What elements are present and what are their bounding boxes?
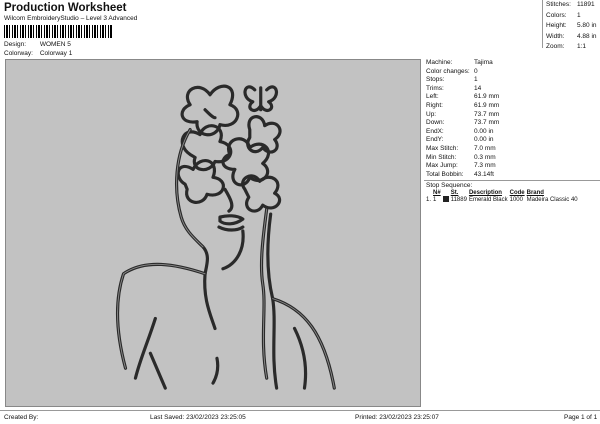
info-row: Right: 61.9 mm [426,101,500,109]
stat-row: Width: 4.88 in [546,32,597,40]
info-row: Machine: Tajima [426,59,493,66]
info-row: Max Jump: 7.3 mm [426,162,496,170]
worksheet-title: Production Worksheet [4,2,127,14]
info-row: Color changes: 0 [426,67,478,75]
stat-row: Stitches: 11891 [546,1,595,8]
info-row: Trims: 14 [426,84,482,92]
stop-sequence-title: Stop Sequence: [426,182,473,190]
stats-panel: Stitches: 11891 Colors: 1 Height: 5.80 in W… [542,0,600,50]
info-row: EndX: 0.00 in [426,127,494,135]
thread-color-swatch [442,196,449,203]
colorway-value: Colorway 1 [39,50,73,57]
design-value: WOMEN 5 [39,41,71,48]
info-row: Total Bobbin: 43.14ft [426,170,494,178]
design-preview [5,59,421,407]
stat-row: Colors: 1 [546,11,581,19]
info-row: Max Stitch: 7.0 mm [426,144,496,152]
info-row: EndY: 0.00 in [426,136,494,144]
stat-row: Height: 5.80 in [546,22,597,29]
software-subtitle: Wilcom EmbroideryStudio – Level 3 Advanc… [4,15,138,22]
table-row: 1. 1 11889 Emerald Black 1000 Madeira Cl… [426,196,578,203]
colorway-row: Colorway: Colorway 1 [4,50,72,57]
page-number: Page 1 of 1 [564,414,598,421]
stop-sequence-table: N# St. Description Code Brand 1. 1 11889… [426,190,580,203]
design-info-panel: Machine: Tajima Color changes: 0 Stops: 1 T… [424,59,600,203]
info-row: Down: 73.7 mm [426,119,500,127]
info-row: Stops: 1 [426,76,478,84]
design-name-row: Design: WOMEN 5 [4,41,71,48]
page-footer: Created By: Last Saved: 23/02/2023 23:25… [0,410,600,424]
stat-row: Zoom: 1:1 [546,43,587,50]
info-row: Left: 61.9 mm [426,93,500,101]
printed-date: Printed: 23/02/2023 23:25:07 [355,414,439,421]
info-row: Up: 73.7 mm [426,110,500,118]
barcode [4,25,112,38]
created-by: Created By: [4,414,39,421]
colorway-label: Colorway: [4,50,33,57]
info-row: Min Stitch: 0.3 mm [426,153,496,161]
embroidery-line-art [116,84,336,390]
design-label: Design: [4,41,27,48]
last-saved: Last Saved: 23/02/2023 23:25:05 [150,414,246,421]
